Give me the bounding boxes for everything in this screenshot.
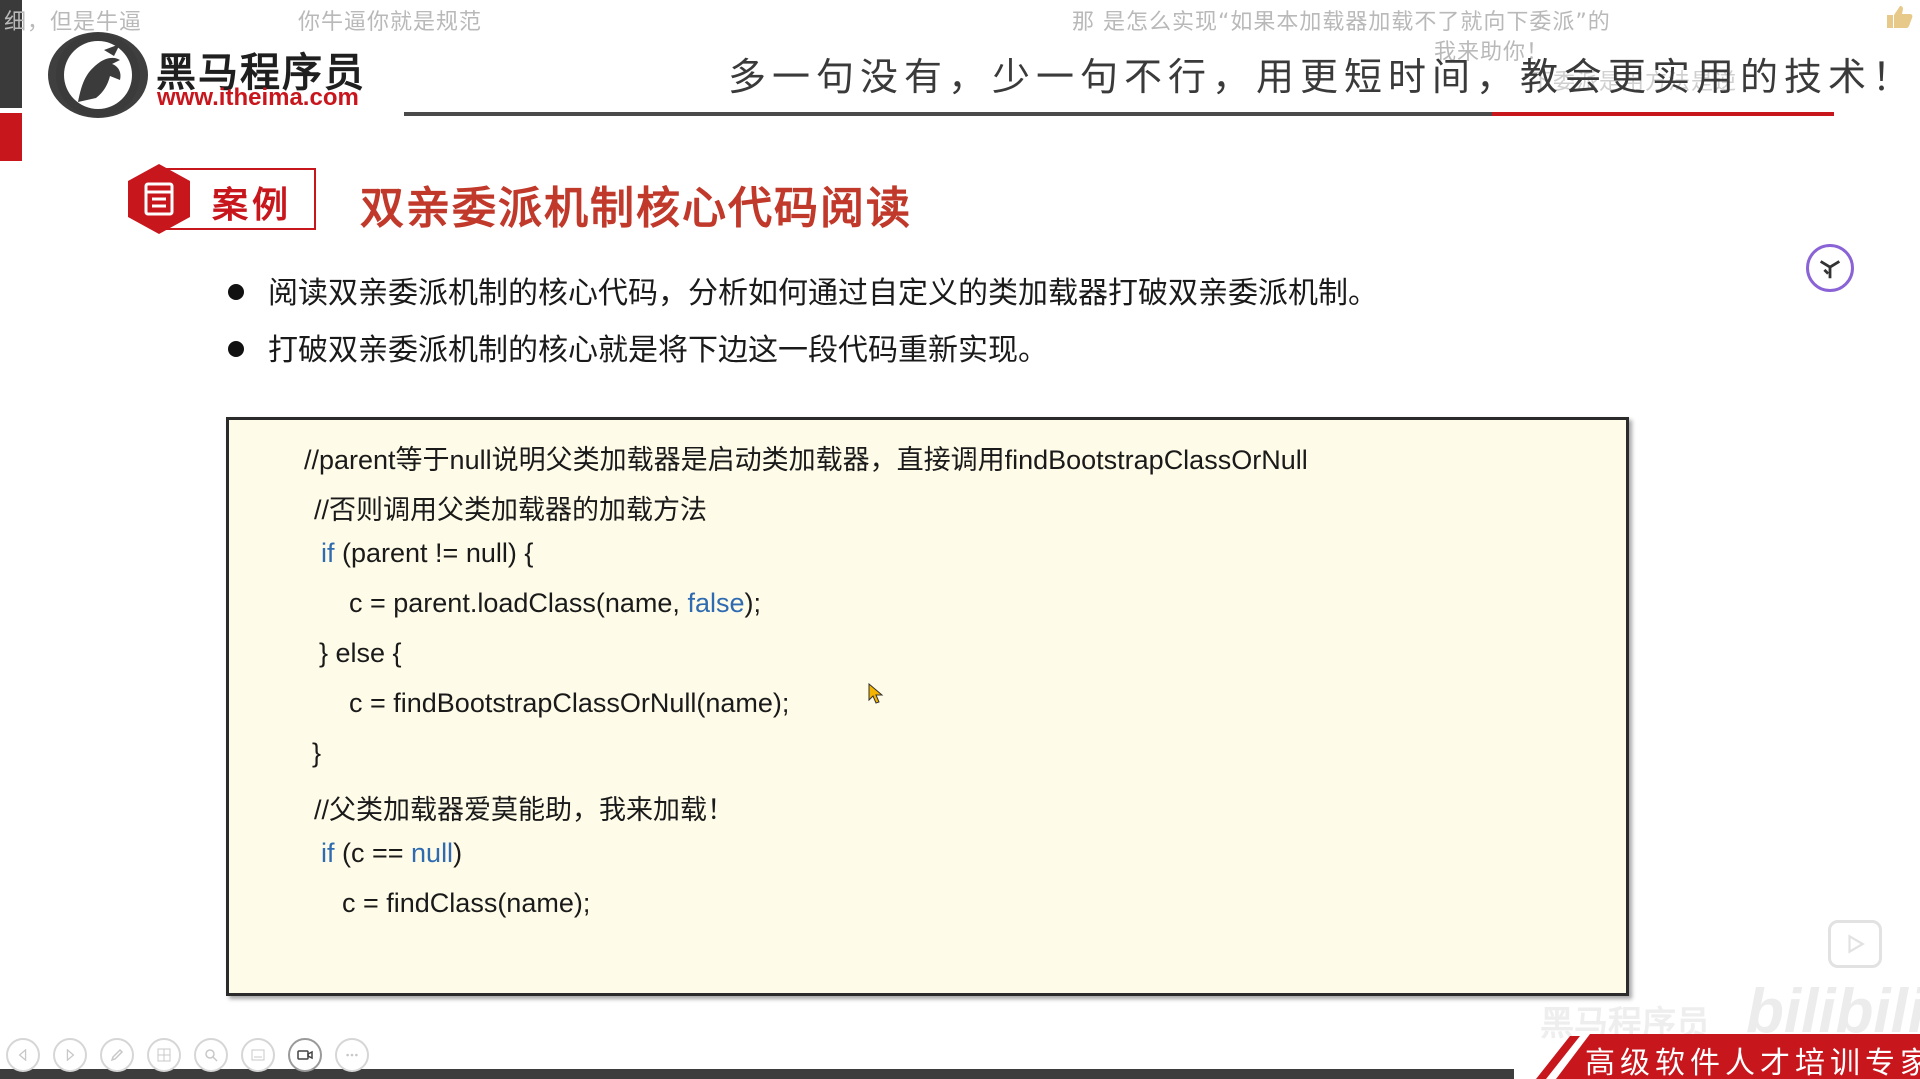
code-line: } else {	[319, 638, 402, 668]
chevron-left-icon	[18, 1049, 27, 1061]
zoom-button[interactable]	[194, 1038, 228, 1072]
banner-slogan: 高级软件人才培训专家	[1585, 1046, 1920, 1079]
slideshow-toolbar	[6, 1038, 369, 1072]
cursor-icon	[868, 683, 884, 704]
play-icon[interactable]	[1828, 920, 1882, 968]
code-comment: //父类加载器爱莫能助，我来加载！	[314, 795, 735, 825]
code-text: );	[744, 588, 761, 618]
bullet-text: 阅读双亲委派机制的核心代码，分析如何通过自定义的类加载器打破双亲委派机制。	[268, 276, 1378, 311]
slogan: 多一句没有，少一句不行，用更短时间，教会更实用的技术！	[728, 55, 1917, 99]
more-icon	[346, 1053, 358, 1057]
bullet-text: 打破双亲委派机制的核心就是将下边这一段代码重新实现。	[268, 333, 1048, 368]
pen-button[interactable]	[100, 1038, 134, 1072]
case-label: 案例	[212, 185, 293, 226]
grid-icon	[157, 1048, 171, 1062]
danmaku-comment: 那 是怎么实现“如果本加载器加载不了就向下委派”的	[1072, 10, 1611, 35]
code-line: c = findBootstrapClassOrNull(name);	[349, 688, 790, 718]
code-keyword: null	[411, 838, 454, 868]
code-keyword: false	[687, 588, 745, 618]
danmaku-comment: 细，但是牛逼	[4, 10, 143, 35]
code-text: c = parent.loadClass(name,	[349, 588, 688, 618]
chevron-right-icon	[66, 1049, 75, 1061]
code-line: if (parent != null) {	[321, 538, 533, 569]
code-comment: //否则调用父类加载器的加载方法	[314, 495, 708, 525]
subtitle-icon	[251, 1049, 265, 1061]
code-block: //parent等于null说明父类加载器是启动类加载器，直接调用findBoo…	[226, 417, 1629, 996]
circle-logo-icon[interactable]	[1806, 244, 1854, 292]
like-icon[interactable]	[1884, 4, 1914, 30]
code-text: (c ==	[334, 838, 412, 868]
code-comment: //parent等于null说明父类加载器是启动类加载器，直接调用findBoo…	[304, 445, 1308, 475]
header-divider	[404, 112, 1492, 116]
horse-logo-icon	[48, 32, 148, 118]
code-line: c = parent.loadClass(name, false);	[349, 588, 761, 619]
left-edge-red	[0, 113, 22, 161]
code-text: (parent != null) {	[334, 538, 534, 568]
bullet-dot	[228, 283, 244, 300]
pen-icon	[110, 1048, 124, 1062]
danmaku-comment: 你牛逼你就是规范	[298, 10, 483, 35]
document-icon	[128, 164, 190, 234]
camera-icon	[297, 1050, 313, 1060]
more-button[interactable]	[335, 1038, 369, 1072]
code-line: if (c == null)	[321, 838, 462, 869]
header-divider-accent	[1492, 112, 1834, 116]
code-keyword: if	[321, 838, 335, 868]
code-line: }	[312, 738, 322, 768]
subtitle-button[interactable]	[241, 1038, 275, 1072]
page-title: 双亲委派机制核心代码阅读	[360, 183, 912, 234]
search-icon	[205, 1049, 218, 1062]
code-line: c = findClass(name);	[342, 888, 591, 918]
prev-slide-button[interactable]	[6, 1038, 40, 1072]
camera-button[interactable]	[288, 1038, 322, 1072]
bullet-item: 阅读双亲委派机制的核心代码，分析如何通过自定义的类加载器打破双亲委派机制。	[228, 268, 1378, 312]
logo-url: www.itheima.com	[157, 84, 359, 111]
bullet-item: 打破双亲委派机制的核心就是将下边这一段代码重新实现。	[228, 325, 1048, 369]
code-keyword: if	[321, 538, 335, 568]
code-text: )	[453, 838, 463, 868]
bullet-dot	[228, 340, 244, 357]
grid-view-button[interactable]	[147, 1038, 181, 1072]
next-slide-button[interactable]	[53, 1038, 87, 1072]
